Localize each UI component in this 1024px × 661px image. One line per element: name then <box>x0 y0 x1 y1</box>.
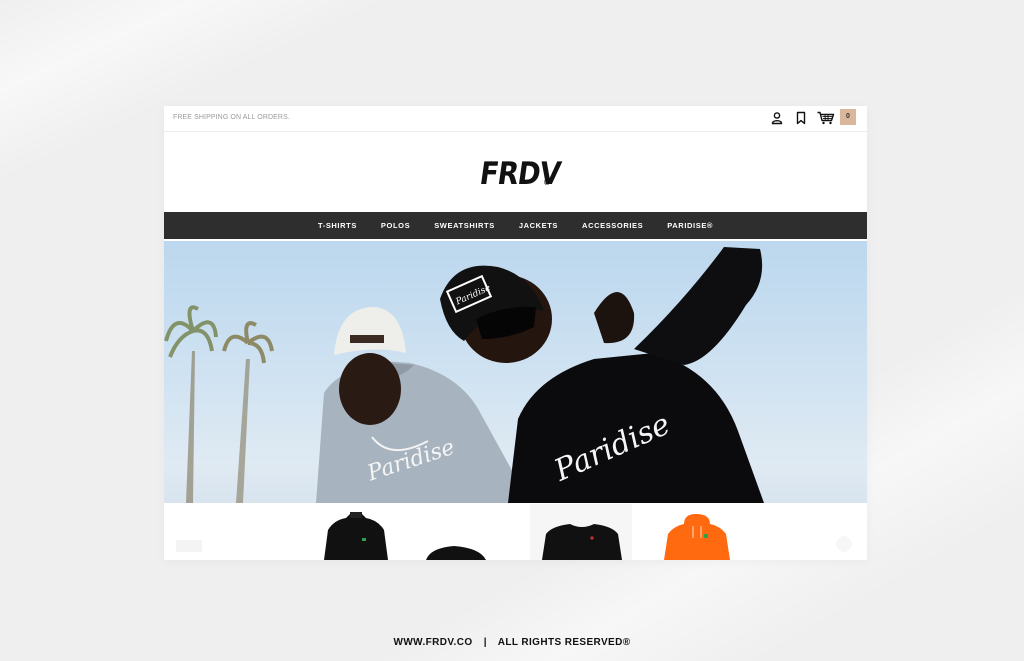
nav-item-polos[interactable]: POLOS <box>369 221 422 230</box>
logo-registered-mark: ® <box>544 178 550 187</box>
nav-item-jackets[interactable]: JACKETS <box>507 221 570 230</box>
logo-area: FRDV ® <box>164 132 867 212</box>
palm-tree-right <box>222 321 274 503</box>
carousel-prev-icon[interactable] <box>172 504 208 560</box>
product-black-tshirt[interactable] <box>534 504 630 560</box>
website-frame: FREE SHIPPING ON ALL ORDERS. 0 FRDV ® T-… <box>164 106 867 560</box>
product-black-cap[interactable] <box>420 504 490 560</box>
nav-item-sweatshirts[interactable]: SWEATSHIRTS <box>422 221 507 230</box>
cart-count-badge[interactable]: 0 <box>840 109 856 125</box>
bookmark-icon[interactable] <box>794 111 808 125</box>
nav-item-tshirts[interactable]: T-SHIRTS <box>306 221 369 230</box>
shipping-notice: FREE SHIPPING ON ALL ORDERS. <box>173 114 290 121</box>
top-bar: FREE SHIPPING ON ALL ORDERS. 0 <box>164 106 867 132</box>
hero-banner[interactable]: Paridise Paridise Paridise <box>164 241 867 503</box>
carousel-next-icon[interactable] <box>828 504 858 560</box>
footer-website[interactable]: WWW.FRDV.CO <box>393 637 472 648</box>
cart-icon[interactable] <box>817 111 835 125</box>
product-orange-hoodie[interactable] <box>660 504 734 560</box>
product-black-jacket[interactable] <box>314 504 394 560</box>
footer-rights: ALL RIGHTS RESERVED® <box>497 637 631 648</box>
footer: WWW.FRDV.CO | ALL RIGHTS RESERVED® <box>0 637 1024 648</box>
product-strip <box>164 504 867 560</box>
nav-item-accessories[interactable]: ACCESSORIES <box>570 221 655 230</box>
footer-separator: | <box>483 637 487 648</box>
nav-item-paridise[interactable]: PARIDISE® <box>655 221 725 230</box>
user-icon[interactable] <box>770 111 784 125</box>
hero-photo: Paridise Paridise Paridise <box>164 247 764 503</box>
palm-tree-left <box>164 305 218 503</box>
main-navigation: T-SHIRTS POLOS SWEATSHIRTS JACKETS ACCES… <box>164 212 867 239</box>
